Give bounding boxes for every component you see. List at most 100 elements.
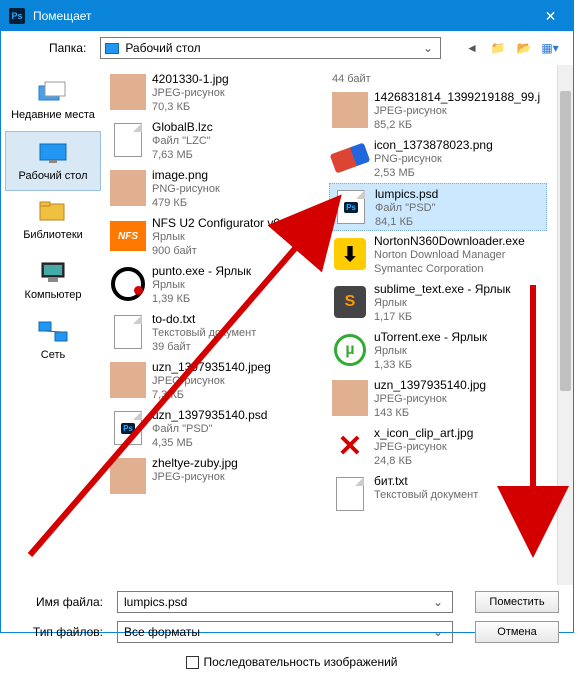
filename-value: lumpics.psd xyxy=(124,595,430,609)
file-icon xyxy=(110,168,146,208)
scrollbar[interactable] xyxy=(557,65,573,585)
back-icon[interactable]: ◄ xyxy=(463,39,481,57)
places-sidebar: Недавние места Рабочий стол Библиотеки К… xyxy=(1,65,105,585)
file-type: Ярлык xyxy=(152,278,251,292)
view-menu-icon[interactable]: ▦▾ xyxy=(541,39,559,57)
sidebar-label: Сеть xyxy=(41,349,65,361)
file-type: Ярлык xyxy=(374,296,511,310)
place-button[interactable]: Поместить xyxy=(475,591,559,613)
cancel-button[interactable]: Отмена xyxy=(475,621,559,643)
file-name: 4201330-1.jpg xyxy=(152,72,229,86)
file-type: JPEG-рисунок xyxy=(152,86,229,100)
sidebar-item-computer[interactable]: Компьютер xyxy=(1,251,105,309)
sequence-label: Последовательность изображений xyxy=(203,655,397,669)
file-name: 1426831814_1399219188_99.j xyxy=(374,90,540,104)
desktop-icon xyxy=(105,43,119,54)
file-type: PNG-рисунок xyxy=(152,182,220,196)
network-icon xyxy=(37,319,69,345)
scroll-thumb[interactable] xyxy=(560,91,571,391)
file-icon xyxy=(110,72,146,112)
file-size: 7,63 МБ xyxy=(152,148,213,162)
sidebar-label: Рабочий стол xyxy=(18,170,87,182)
file-item[interactable]: NFSNFS U2 Configurator v0.9Ярлык900 байт xyxy=(107,213,325,261)
file-item[interactable]: 1426831814_1399219188_99.jJPEG-рисунок85… xyxy=(329,87,547,135)
file-item[interactable]: ⬇NortonN360Downloader.exeNorton Download… xyxy=(329,231,547,279)
file-type: JPEG-рисунок xyxy=(152,374,271,388)
file-size: 70,3 КБ xyxy=(152,100,229,114)
file-item[interactable]: Ssublime_text.exe - ЯрлыкЯрлык1,17 КБ xyxy=(329,279,547,327)
libraries-icon xyxy=(37,199,69,225)
folder-dropdown[interactable]: Рабочий стол ⌄ xyxy=(100,37,441,59)
file-item[interactable]: to-do.txtТекстовый документ39 байт xyxy=(107,309,325,357)
up-icon[interactable]: 📁 xyxy=(489,39,507,57)
file-item[interactable]: ✕x_icon_clip_art.jpgJPEG-рисунок24,8 КБ xyxy=(329,423,547,471)
file-name: icon_1373878023.png xyxy=(374,138,493,152)
file-list[interactable]: 4201330-1.jpgJPEG-рисунок70,3 КБGlobalB.… xyxy=(105,65,573,585)
window-title: Помещает xyxy=(33,9,92,23)
file-size: 4,35 МБ xyxy=(152,436,267,450)
file-item[interactable]: punto.exe - ЯрлыкЯрлык1,39 КБ xyxy=(107,261,325,309)
close-button[interactable]: ✕ xyxy=(528,1,573,31)
file-icon: ✕ xyxy=(332,426,368,466)
file-icon: Ps xyxy=(333,187,369,227)
filename-label: Имя файла: xyxy=(25,595,103,609)
file-size: 24,8 КБ xyxy=(374,454,473,468)
filetype-dropdown[interactable]: Все форматы⌄ xyxy=(117,621,453,643)
chevron-down-icon: ⌄ xyxy=(430,595,446,609)
file-item[interactable]: µuTorrent.exe - ЯрлыкЯрлык1,33 КБ xyxy=(329,327,547,375)
file-name: to-do.txt xyxy=(152,312,256,326)
file-item[interactable]: GlobalB.lzcФайл "LZC"7,63 МБ xyxy=(107,117,325,165)
folder-bar: Папка: Рабочий стол ⌄ ◄ 📁 📂 ▦▾ xyxy=(1,31,573,65)
file-item[interactable]: image.pngPNG-рисунок479 КБ xyxy=(107,165,325,213)
chevron-down-icon: ⌄ xyxy=(420,41,436,55)
file-type: Ярлык xyxy=(374,344,487,358)
sidebar-item-libraries[interactable]: Библиотеки xyxy=(1,191,105,249)
file-type: JPEG-рисунок xyxy=(152,470,238,484)
file-icon: ⬇ xyxy=(332,234,368,274)
file-name: NortonN360Downloader.exe xyxy=(374,234,525,248)
file-item[interactable]: Psuzn_1397935140.psdФайл "PSD"4,35 МБ xyxy=(107,405,325,453)
file-size: 143 КБ xyxy=(374,406,486,420)
file-item[interactable]: бит.txtТекстовый документ xyxy=(329,471,547,519)
file-item[interactable]: 44 байт xyxy=(329,69,547,87)
file-type: PNG-рисунок xyxy=(374,152,493,166)
titlebar: Ps Помещает ✕ xyxy=(1,1,573,31)
sequence-checkbox[interactable] xyxy=(186,656,199,669)
file-icon xyxy=(332,378,368,418)
file-item[interactable]: 4201330-1.jpgJPEG-рисунок70,3 КБ xyxy=(107,69,325,117)
file-item[interactable]: zheltye-zuby.jpgJPEG-рисунок xyxy=(107,453,325,501)
app-icon: Ps xyxy=(9,8,25,24)
file-size: 7,3 КБ xyxy=(152,388,271,402)
sidebar-item-recent[interactable]: Недавние места xyxy=(1,71,105,129)
file-size: 1,33 КБ xyxy=(374,358,487,372)
sidebar-item-network[interactable]: Сеть xyxy=(1,311,105,369)
file-icon: Ps xyxy=(110,408,146,448)
file-size: 2,53 МБ xyxy=(374,166,493,180)
file-item[interactable]: uzn_1397935140.jpgJPEG-рисунок143 КБ xyxy=(329,375,547,423)
file-type: JPEG-рисунок xyxy=(374,104,540,118)
file-icon xyxy=(332,90,368,130)
file-size: 479 КБ xyxy=(152,196,220,210)
file-type: Файл "PSD" xyxy=(375,201,438,215)
file-type: Текстовый документ xyxy=(152,326,256,340)
file-icon xyxy=(110,264,146,304)
file-size: 900 байт xyxy=(152,244,290,258)
file-size: Symantec Corporation xyxy=(374,262,525,276)
new-folder-icon[interactable]: 📂 xyxy=(515,39,533,57)
file-name: uzn_1397935140.psd xyxy=(152,408,267,422)
file-type: JPEG-рисунок xyxy=(374,392,486,406)
filename-input[interactable]: lumpics.psd⌄ xyxy=(117,591,453,613)
file-name: sublime_text.exe - Ярлык xyxy=(374,282,511,296)
file-item[interactable]: uzn_1397935140.jpegJPEG-рисунок7,3 КБ xyxy=(107,357,325,405)
file-name: image.png xyxy=(152,168,220,182)
sidebar-item-desktop[interactable]: Рабочий стол xyxy=(5,131,101,191)
file-item[interactable]: Pslumpics.psdФайл "PSD"84,1 КБ xyxy=(329,183,547,231)
file-name: uzn_1397935140.jpg xyxy=(374,378,486,392)
sidebar-label: Недавние места xyxy=(11,109,95,121)
file-type: Ярлык xyxy=(152,230,290,244)
file-name: lumpics.psd xyxy=(375,187,438,201)
file-item[interactable]: icon_1373878023.pngPNG-рисунок2,53 МБ xyxy=(329,135,547,183)
file-name: x_icon_clip_art.jpg xyxy=(374,426,473,440)
desktop-icon xyxy=(37,140,69,166)
computer-icon xyxy=(37,259,69,285)
